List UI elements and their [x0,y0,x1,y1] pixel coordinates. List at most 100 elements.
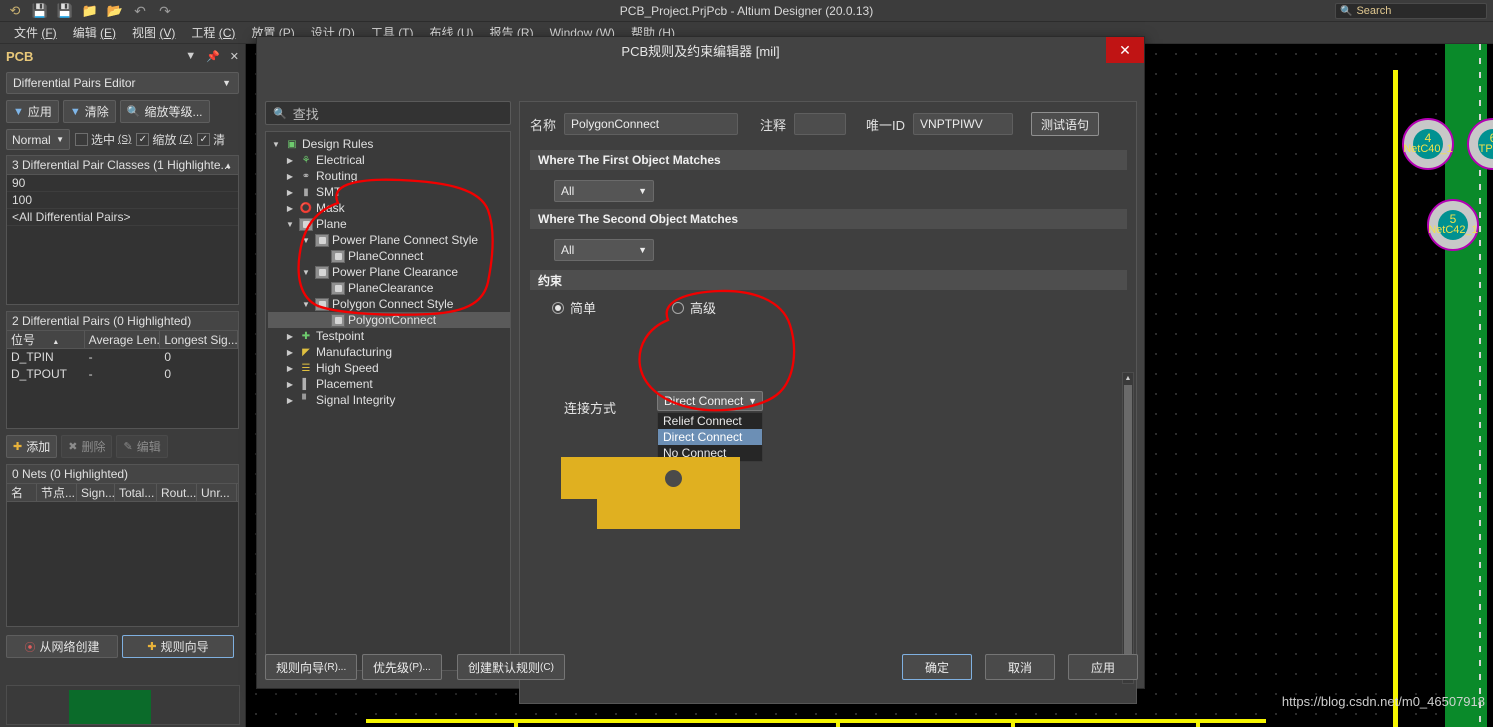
dialog-close-button[interactable]: ✕ [1106,37,1144,63]
chevron-right-icon[interactable]: ▶ [284,380,296,389]
tree-item-planeconnect[interactable]: PlaneConnect [268,248,510,264]
column-average-length[interactable]: Average Len... [85,331,161,348]
chevron-right-icon[interactable]: ▶ [284,364,296,373]
pcb-thumbnail-preview[interactable] [6,685,240,725]
tree-item-smt[interactable]: ▶ ▮ SMT [268,184,510,200]
scrollbar-thumb[interactable] [1124,385,1132,661]
advanced-radio[interactable]: 高级 [672,298,716,317]
pad-4[interactable]: 4 NetC40_1 [1402,118,1454,170]
list-item[interactable]: 100 [7,192,238,209]
editor-mode-combo[interactable]: Differential Pairs Editor ▼ [6,72,239,94]
tree-item-design-rules[interactable]: ▼ ▣ Design Rules [268,136,510,152]
menu-edit[interactable]: 编辑 (E) [65,22,124,44]
tree-item-mask[interactable]: ▶ ⭕ Mask [268,200,510,216]
tree-item-power-plane-clearance[interactable]: ▼ Power Plane Clearance [268,264,510,280]
first-object-combo[interactable]: All ▼ [554,180,654,202]
chevron-down-icon[interactable]: ▼ [270,140,282,149]
zoom-level-button[interactable]: 🔍 缩放等级... [119,100,210,123]
list-item[interactable]: <All Differential Pairs> [7,209,238,226]
tree-item-plane[interactable]: ▼ Plane [268,216,510,232]
tree-item-polygonconnect[interactable]: PolygonConnect [268,312,510,328]
display-mode-combo[interactable]: Normal ▼ [6,129,70,150]
tree-item-power-plane-connect-style[interactable]: ▼ Power Plane Connect Style [268,232,510,248]
chevron-right-icon[interactable]: ▶ [284,172,296,181]
select-checkbox[interactable]: 选中 (S) [75,131,131,148]
create-default-rules-button[interactable]: 创建默认规则 (C) [457,654,565,680]
column-longest-signal[interactable]: Longest Sig... [160,331,238,348]
constraints-scrollbar[interactable]: ▲ ▼ [1122,372,1134,684]
scroll-up-icon[interactable]: ▲ [1123,373,1133,384]
clear-button[interactable]: ▼ 清除 [62,100,116,123]
column-unrouted[interactable]: Unr... [197,484,237,501]
chevron-down-icon[interactable]: ▼ [300,300,312,309]
add-button[interactable]: ✚ 添加 [6,435,58,458]
tree-item-signal-integrity[interactable]: ▶ ▘ Signal Integrity [268,392,510,408]
column-nodes[interactable]: 节点... [37,484,77,501]
tree-item-testpoint[interactable]: ▶ ✚ Testpoint [268,328,510,344]
nets-list[interactable]: 0 Nets (0 Highlighted) 名 节点... Sign... T… [6,464,239,627]
tree-item-high-speed[interactable]: ▶ ☰ High Speed [268,360,510,376]
rule-name-input[interactable]: PolygonConnect [564,113,739,135]
menu-file[interactable]: 文件 (F) [6,22,65,44]
priorities-button[interactable]: 优先级 (P)... [362,654,442,680]
chevron-down-icon[interactable]: ▼ [284,220,296,229]
tree-item-placement[interactable]: ▶ ▌ Placement [268,376,510,392]
diff-pair-classes-list[interactable]: 3 Differential Pair Classes (1 Highlight… [6,155,239,305]
clear-label: 清除 [84,105,109,119]
sort-ascending-icon[interactable]: ▲ [224,161,232,170]
column-routed[interactable]: Rout... [157,484,197,501]
ok-button[interactable]: 确定 [902,654,972,680]
chevron-down-icon[interactable]: ▼ [300,236,312,245]
connect-style-dropdown-list[interactable]: Relief Connect Direct Connect No Connect [657,412,763,462]
create-from-net-button[interactable]: ⦿ 从网络创建 [6,635,118,658]
menu-view[interactable]: 视图 (V) [124,22,183,44]
chevron-right-icon[interactable]: ▶ [284,348,296,357]
chevron-right-icon[interactable]: ▶ [284,188,296,197]
pin-icon[interactable]: 📌 [206,50,220,63]
tree-item-routing[interactable]: ▶ ⚭ Routing [268,168,510,184]
table-row[interactable]: D_TPIN - 0 [7,349,238,366]
editor-mode-value: Differential Pairs Editor [13,76,136,90]
chevron-right-icon[interactable]: ▶ [284,332,296,341]
column-signal[interactable]: Sign... [77,484,115,501]
rule-comment-input[interactable] [794,113,847,135]
chevron-down-icon[interactable]: ▼ [300,268,312,277]
option-direct-connect[interactable]: Direct Connect [658,429,762,445]
rule-wizard-button[interactable]: ✚ 规则向导 [122,635,234,658]
chevron-right-icon[interactable]: ▶ [284,156,296,165]
cell-average-length: - [88,350,93,364]
chevron-down-icon[interactable]: ▼ [185,50,196,62]
chevron-right-icon[interactable]: ▶ [284,204,296,213]
menu-project[interactable]: 工程 (C) [183,22,243,44]
pad-5[interactable]: 5 NetC42_1 [1427,199,1479,251]
routing-icon: ⚭ [301,170,311,182]
diff-pairs-list[interactable]: 2 Differential Pairs (0 Highlighted) 位号 … [6,311,239,429]
tree-item-planeclearance[interactable]: PlaneClearance [268,280,510,296]
apply-button[interactable]: ▼ 应用 [6,100,59,123]
search-input[interactable]: 🔍 Search [1335,3,1487,19]
chevron-right-icon[interactable]: ▶ [284,396,296,405]
option-relief-connect[interactable]: Relief Connect [658,413,762,429]
diff-pairs-header-label: 2 Differential Pairs (0 Highlighted) [12,314,192,328]
unique-id-input[interactable]: VNPTPIWV [913,113,1014,135]
column-designator[interactable]: 位号 ▲ [7,331,85,348]
list-item[interactable]: 90 [7,175,238,192]
tree-item-electrical[interactable]: ▶ ⚘ Electrical [268,152,510,168]
apply-button[interactable]: 应用 [1068,654,1138,680]
rule-wizard-button[interactable]: 规则向导 (R)... [265,654,358,680]
column-total[interactable]: Total... [115,484,157,501]
second-object-combo[interactable]: All ▼ [554,239,654,261]
test-query-button[interactable]: 测试语句 [1031,112,1100,136]
table-row[interactable]: D_TPOUT - 0 [7,366,238,383]
cancel-button[interactable]: 取消 [985,654,1055,680]
clear-existing-checkbox[interactable]: ✓ 清 [197,131,225,148]
tree-item-manufacturing[interactable]: ▶ ◤ Manufacturing [268,344,510,360]
column-net-name[interactable]: 名 [7,484,37,501]
simple-radio[interactable]: 简单 [552,298,596,317]
connect-style-combo[interactable]: Direct Connect ▼ [657,391,763,411]
zoom-checkbox[interactable]: ✓ 缩放 (Z) [136,131,192,148]
close-icon[interactable]: ✕ [230,50,239,63]
tree-item-polygon-connect-style[interactable]: ▼ Polygon Connect Style [268,296,510,312]
find-input[interactable]: 🔍 查找 [265,101,511,125]
design-rules-tree[interactable]: ▼ ▣ Design Rules ▶ ⚘ Electrical ▶ ⚭ Rout… [265,131,511,671]
